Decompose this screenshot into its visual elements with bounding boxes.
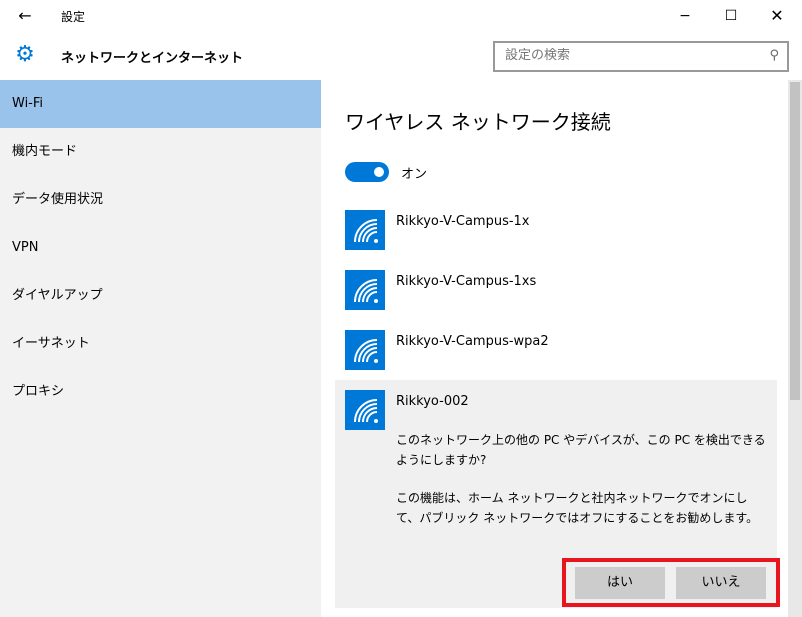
sidebar-item-airplane-mode[interactable]: 機内モード <box>0 128 321 176</box>
network-item[interactable]: Rikkyo-V-Campus-wpa2 <box>345 330 765 378</box>
section-heading: ワイヤレス ネットワーク接続 <box>345 110 611 134</box>
wifi-icon <box>345 210 385 250</box>
sidebar-item-proxy[interactable]: プロキシ <box>0 368 321 416</box>
sidebar-item-vpn[interactable]: VPN <box>0 224 321 272</box>
search-icon[interactable]: ⚲ <box>769 48 779 63</box>
sidebar: Wi-Fi 機内モード データ使用状況 VPN ダイヤルアップ イーサネット プ… <box>0 80 321 617</box>
back-arrow-icon[interactable]: ← <box>12 4 38 28</box>
wifi-toggle[interactable] <box>345 162 389 182</box>
scrollbar[interactable] <box>788 80 802 617</box>
network-name: Rikkyo-002 <box>396 394 469 409</box>
maximize-button[interactable]: ☐ <box>708 0 754 32</box>
network-name: Rikkyo-V-Campus-1xs <box>396 274 537 289</box>
search-input[interactable] <box>505 48 755 63</box>
gear-icon: ⚙ <box>15 42 35 67</box>
page-title: ネットワークとインターネット <box>61 51 244 66</box>
title-bar: ← 設定 − ☐ ✕ <box>0 0 802 33</box>
wifi-icon <box>345 270 385 310</box>
wifi-icon <box>345 390 385 430</box>
discovery-info: この機能は、ホーム ネットワークと社内ネットワークでオンにして、パブリック ネッ… <box>396 491 759 525</box>
wifi-icon <box>345 330 385 370</box>
sidebar-item-data-usage[interactable]: データ使用状況 <box>0 176 321 224</box>
network-name: Rikkyo-V-Campus-1x <box>396 214 530 229</box>
toggle-label: オン <box>401 167 428 182</box>
discovery-question: このネットワーク上の他の PC やデバイスが、この PC を検出できるようにしま… <box>396 433 766 467</box>
sidebar-item-dialup[interactable]: ダイヤルアップ <box>0 272 321 320</box>
settings-header: ⚙ ネットワークとインターネット ⚲ <box>0 33 802 80</box>
network-name: Rikkyo-V-Campus-wpa2 <box>396 334 549 349</box>
window-title: 設定 <box>61 10 86 24</box>
network-item[interactable]: Rikkyo-V-Campus-1xs <box>345 270 765 318</box>
main-content: ワイヤレス ネットワーク接続 オン Rikkyo-V-Campus-1x Rik… <box>321 80 802 617</box>
sidebar-item-wifi[interactable]: Wi-Fi <box>0 80 321 128</box>
sidebar-item-ethernet[interactable]: イーサネット <box>0 320 321 368</box>
network-item[interactable]: Rikkyo-V-Campus-1x <box>345 210 765 258</box>
minimize-button[interactable]: − <box>662 0 708 32</box>
highlight-box <box>562 558 780 607</box>
scrollbar-thumb[interactable] <box>790 82 800 400</box>
close-button[interactable]: ✕ <box>754 0 800 32</box>
toggle-knob <box>374 167 384 177</box>
search-box[interactable]: ⚲ <box>493 41 789 72</box>
